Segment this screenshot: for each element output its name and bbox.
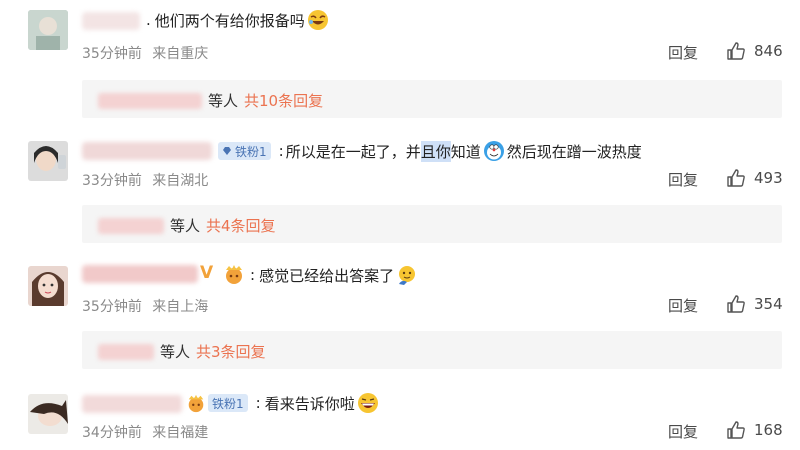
- reply-users-blurred: [98, 92, 202, 109]
- reply-users-blurred: [98, 217, 164, 234]
- sub-replies-box[interactable]: 等人 共4条回复: [82, 205, 782, 243]
- fan-badge-label: 铁粉1: [235, 144, 267, 159]
- sub-replies-box[interactable]: 等人 共10条回复: [82, 80, 782, 118]
- username-blurred[interactable]: [82, 395, 182, 413]
- comment-text-part: 然后现在蹭一波热度: [506, 142, 642, 161]
- username-blurred[interactable]: [82, 12, 140, 30]
- thumbs-up-icon: [727, 169, 745, 187]
- fan-badge-label: 铁粉1: [212, 396, 244, 411]
- location: 来自福建: [152, 425, 209, 441]
- location: 来自上海: [152, 299, 209, 315]
- like-button[interactable]: 354: [726, 294, 783, 314]
- comment-text-content: 他们两个有给你报备吗: [154, 11, 305, 30]
- comment-text-highlight: 且你: [420, 140, 451, 162]
- thumbs-up-icon: [727, 421, 745, 439]
- reply-users-blurred: [98, 343, 154, 360]
- grin-emoji-icon: [357, 393, 378, 413]
- reply-users-suffix: 等人: [160, 343, 191, 361]
- comment-meta: 35分钟前 来自重庆: [82, 43, 208, 63]
- location: 来自重庆: [152, 46, 209, 62]
- comment-item: 铁粉1 : 所以是在一起了，并 且你 知道 然后现在蹭一波热度 33分钟前 来自…: [0, 130, 800, 250]
- like-count: 846: [754, 42, 783, 60]
- comment-text: : 感觉已经给出答案了: [250, 264, 420, 286]
- comment-text-part: 所以是在一起了，并: [285, 142, 421, 161]
- reply-users-suffix: 等人: [170, 217, 201, 235]
- doraemon-emoji-icon: [483, 141, 504, 161]
- comment-item: V : 感觉已经给出答案了 35分钟前 来自上海 回复 354 等人 共3条回复: [0, 255, 800, 385]
- comment-text-content: 感觉已经给出答案了: [259, 266, 395, 285]
- avatar-image: [28, 394, 68, 434]
- timestamp: 34分钟前: [82, 425, 142, 441]
- avatar[interactable]: [28, 266, 68, 306]
- avatar-image: [28, 141, 68, 181]
- reply-users-suffix: 等人: [208, 92, 239, 110]
- laugh-emoji-icon: [307, 10, 328, 30]
- like-button[interactable]: 168: [726, 420, 783, 440]
- avatar[interactable]: [28, 10, 68, 50]
- comment-text-part: 知道: [450, 142, 481, 161]
- diamond-icon: [223, 147, 231, 155]
- like-count: 493: [754, 169, 783, 187]
- comment-text-content: 看来告诉你啦: [264, 394, 355, 413]
- reply-count-link[interactable]: 共4条回复: [206, 215, 276, 236]
- thumbs-up-icon: [727, 295, 745, 313]
- like-button[interactable]: 846: [726, 41, 783, 61]
- comment-text: . 他们两个有给你报备吗: [146, 9, 331, 31]
- location: 来自湖北: [152, 173, 209, 189]
- reply-count-link[interactable]: 共10条回复: [244, 90, 323, 111]
- comment-text: 铁粉1 : 所以是在一起了，并 且你 知道 然后现在蹭一波热度: [218, 140, 642, 162]
- comment-item: 铁粉1 : 看来告诉你啦 34分钟前 来自福建 回复 168: [0, 385, 800, 450]
- username-blurred[interactable]: [82, 265, 198, 283]
- comment-item: . 他们两个有给你报备吗 35分钟前 来自重庆 回复 846 等人 共10条回复: [0, 0, 800, 120]
- reply-button[interactable]: 回复: [668, 295, 698, 316]
- avatar[interactable]: [28, 394, 68, 434]
- timestamp: 33分钟前: [82, 173, 142, 189]
- comment-meta: 34分钟前 来自福建: [82, 422, 208, 442]
- thumbs-up-icon: [727, 42, 745, 60]
- reply-count-link[interactable]: 共3条回复: [196, 341, 266, 362]
- timestamp: 35分钟前: [82, 46, 142, 62]
- sub-replies-box[interactable]: 等人 共3条回复: [82, 331, 782, 369]
- fan-badge[interactable]: 铁粉1: [218, 142, 271, 160]
- thinking-emoji-icon: [399, 266, 416, 285]
- avatar[interactable]: [28, 141, 68, 181]
- comment-meta: 35分钟前 来自上海: [82, 296, 208, 316]
- reply-button[interactable]: 回复: [668, 169, 698, 190]
- reply-button[interactable]: 回复: [668, 421, 698, 442]
- like-button[interactable]: 493: [726, 168, 783, 188]
- fan-badge[interactable]: 铁粉1: [208, 394, 248, 412]
- crown-icon: [188, 394, 204, 413]
- username-blurred[interactable]: [82, 142, 212, 160]
- crown-icon: [226, 265, 242, 284]
- reply-button[interactable]: 回复: [668, 42, 698, 63]
- like-count: 168: [754, 421, 783, 439]
- avatar-image: [28, 10, 68, 50]
- timestamp: 35分钟前: [82, 299, 142, 315]
- username-suffix[interactable]: V: [200, 263, 213, 283]
- comment-meta: 33分钟前 来自湖北: [82, 170, 208, 190]
- like-count: 354: [754, 295, 783, 313]
- avatar-image: [28, 266, 68, 306]
- comment-text: 铁粉1 : 看来告诉你啦: [208, 392, 381, 414]
